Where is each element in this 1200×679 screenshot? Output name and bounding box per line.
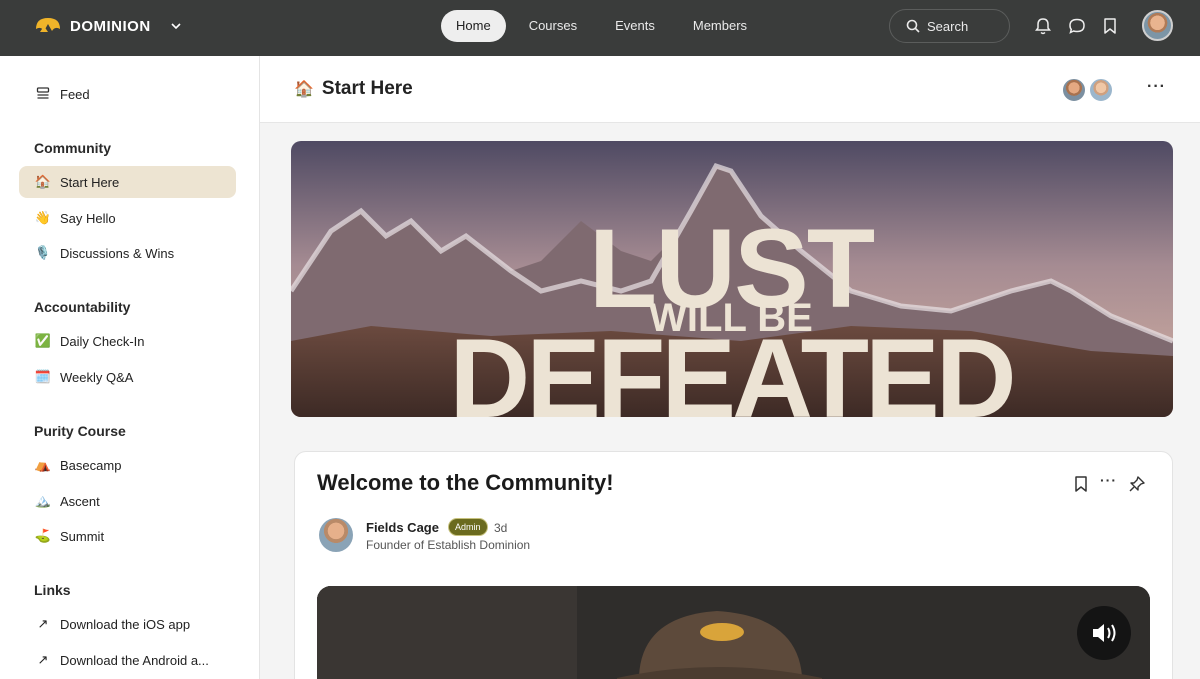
sidebar-item-discussions[interactable]: 🎙️ Discussions & Wins	[19, 237, 236, 269]
member-avatar[interactable]	[1061, 77, 1087, 103]
brand-name: DOMINION	[70, 17, 151, 35]
section-title-purity-course: Purity Course	[34, 423, 126, 439]
page-title-group: 🏠 Start Here	[294, 78, 413, 100]
page-header: 🏠 Start Here ···	[260, 56, 1200, 123]
sidebar-item-daily-check-in[interactable]: ✅ Daily Check-In	[19, 325, 236, 357]
speaker-icon	[1093, 624, 1116, 642]
sidebar-item-basecamp[interactable]: ⛺ Basecamp	[19, 449, 236, 481]
member-avatar[interactable]	[1088, 77, 1114, 103]
section-title-community: Community	[34, 140, 111, 156]
main-nav: Home Courses Events Members	[441, 10, 770, 42]
sidebar-item-say-hello[interactable]: 👋 Say Hello	[19, 202, 236, 234]
check-icon: ✅	[34, 333, 52, 348]
brand[interactable]: DOMINION	[34, 12, 181, 40]
more-options-icon[interactable]: ···	[1100, 472, 1117, 488]
flag-icon: ⛳	[34, 528, 52, 543]
sidebar-item-summit[interactable]: ⛳ Summit	[19, 520, 236, 552]
search-icon	[906, 19, 920, 33]
bookmark-icon[interactable]	[1100, 16, 1120, 36]
admin-badge: Admin	[448, 518, 488, 536]
house-icon: 🏠	[294, 81, 314, 98]
sidebar-item-label: Weekly Q&A	[60, 369, 134, 385]
sidebar-item-label: Summit	[60, 528, 105, 544]
feed-icon	[34, 86, 52, 103]
calendar-icon: 🗓️	[34, 369, 52, 384]
pin-icon[interactable]	[1128, 475, 1146, 493]
video-player[interactable]	[317, 586, 1150, 679]
author-role: Founder of Establish Dominion	[366, 538, 531, 552]
external-link-icon: ↗	[37, 652, 49, 667]
sound-toggle-button[interactable]	[1077, 606, 1131, 660]
wave-icon: 👋	[34, 210, 52, 225]
nav-members[interactable]: Members	[678, 10, 762, 42]
sidebar-item-ios-app[interactable]: ↗ Download the iOS app	[19, 608, 236, 640]
house-icon: 🏠	[34, 174, 52, 189]
microphone-icon: 🎙️	[34, 245, 52, 260]
author-name[interactable]: Fields Cage	[366, 520, 439, 535]
section-title-links: Links	[34, 582, 71, 598]
external-link-icon: ↗	[37, 616, 49, 631]
sidebar: Feed Community 🏠 Start Here 👋 Say Hello …	[0, 56, 260, 679]
sidebar-item-android-app[interactable]: ↗ Download the Android a...	[19, 644, 236, 676]
sidebar-item-label: Download the Android a...	[60, 652, 209, 668]
chat-icon[interactable]	[1067, 16, 1087, 36]
page-title: Start Here	[321, 78, 413, 99]
sidebar-item-label: Daily Check-In	[60, 333, 145, 349]
sidebar-item-feed[interactable]: Feed	[19, 78, 236, 110]
sidebar-item-label: Ascent	[60, 493, 100, 509]
sidebar-item-ascent[interactable]: 🏔️ Ascent	[19, 485, 236, 517]
bookmark-icon[interactable]	[1072, 475, 1090, 493]
post-card: Welcome to the Community! ··· Fields Cag…	[294, 451, 1173, 679]
section-title-accountability: Accountability	[34, 299, 131, 315]
nav-home[interactable]: Home	[441, 10, 506, 42]
user-avatar[interactable]	[1142, 10, 1173, 41]
search-button[interactable]: Search	[889, 9, 1010, 43]
nav-events[interactable]: Events	[600, 10, 670, 42]
sidebar-item-weekly-qa[interactable]: 🗓️ Weekly Q&A	[19, 361, 236, 393]
post-age: 3d	[494, 521, 508, 535]
dominion-logo-icon	[36, 18, 60, 32]
bell-icon[interactable]	[1033, 16, 1053, 36]
post-title[interactable]: Welcome to the Community!	[317, 470, 614, 496]
sidebar-item-label: Start Here	[60, 174, 120, 190]
sidebar-item-label: Say Hello	[60, 210, 116, 226]
top-bar: DOMINION Home Courses Events Members Sea…	[0, 0, 1200, 56]
more-options-icon[interactable]: ···	[1147, 78, 1166, 96]
chevron-down-icon[interactable]	[171, 20, 181, 32]
tent-icon: ⛺	[34, 457, 52, 472]
banner-image: LUST WILL BE DEFEATED	[291, 141, 1173, 417]
banner-word-defeated: DEFEATED	[449, 316, 1012, 417]
search-label: Search	[927, 18, 969, 34]
sidebar-item-label: Feed	[60, 86, 90, 102]
mountain-icon: 🏔️	[34, 493, 52, 508]
sidebar-item-start-here[interactable]: 🏠 Start Here	[19, 166, 236, 198]
sidebar-item-label: Download the iOS app	[60, 616, 191, 632]
author-avatar[interactable]	[319, 518, 353, 552]
nav-courses[interactable]: Courses	[514, 10, 592, 42]
sidebar-item-label: Basecamp	[60, 457, 122, 473]
sidebar-item-label: Discussions & Wins	[60, 245, 175, 261]
